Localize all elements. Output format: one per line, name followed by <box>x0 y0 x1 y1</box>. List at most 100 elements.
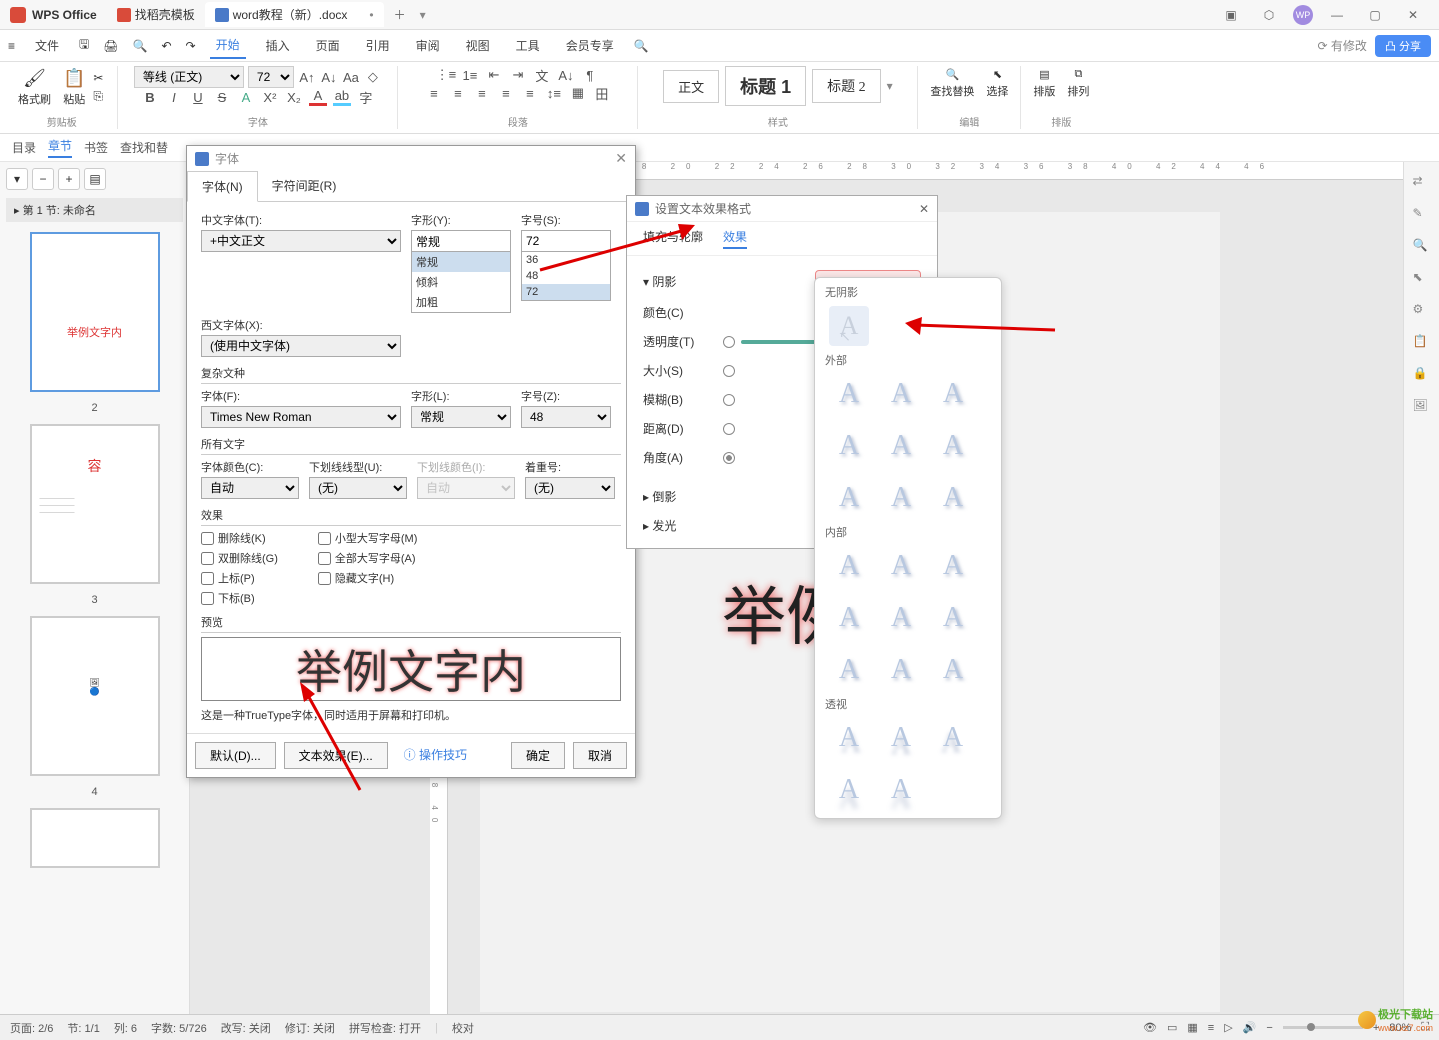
tab-spacing[interactable]: 字符间距(R) <box>258 171 351 201</box>
status-spell[interactable]: 拼写检查: 打开 <box>349 1020 421 1036</box>
glow-toggle[interactable]: ▸ 发光 <box>643 517 676 534</box>
font-dialog-close-icon[interactable]: ✕ <box>615 150 627 167</box>
clear-format-icon[interactable]: ◇ <box>364 68 382 86</box>
align-center-icon[interactable]: ≡ <box>449 84 467 102</box>
increase-font-icon[interactable]: A↑ <box>298 68 316 86</box>
font-size-input[interactable] <box>521 230 611 252</box>
style-h1[interactable]: 标题 1 <box>725 66 806 106</box>
rp-clipboard-icon[interactable]: 📋 <box>1413 334 1431 352</box>
status-grid-icon[interactable]: ▦ <box>1187 1021 1197 1034</box>
menu-file[interactable]: 文件 <box>29 33 65 58</box>
strike-icon[interactable]: S <box>213 88 231 106</box>
layout-icon[interactable]: ▣ <box>1217 3 1245 27</box>
menu-view[interactable]: 视图 <box>460 33 496 58</box>
shadow-inner-1[interactable]: A <box>829 546 869 586</box>
subscript-icon[interactable]: X₂ <box>285 88 303 106</box>
menu-vip[interactable]: 会员专享 <box>560 33 620 58</box>
shadow-inner-9[interactable]: A <box>933 650 973 690</box>
phonetic-icon[interactable]: 字 <box>357 88 375 106</box>
chk-allcaps[interactable]: 全部大写字母(A) <box>318 550 418 566</box>
shadow-persp-2[interactable]: A <box>881 718 921 758</box>
effect-panel-close-icon[interactable]: ✕ <box>919 202 929 216</box>
align-right-icon[interactable]: ≡ <box>473 84 491 102</box>
status-chars[interactable]: 字数: 5/726 <box>151 1020 207 1036</box>
distance-radio[interactable] <box>723 423 735 435</box>
highlight-icon[interactable]: ab <box>333 88 351 106</box>
menu-review[interactable]: 审阅 <box>410 33 446 58</box>
page-thumb-3[interactable]: 容————————————————————— <box>30 424 160 584</box>
font-style-input[interactable] <box>411 230 511 252</box>
transparency-radio[interactable] <box>723 336 735 348</box>
c-size-select[interactable]: 48 <box>521 406 611 428</box>
tab-font[interactable]: 字体(N) <box>187 171 258 202</box>
default-button[interactable]: 默认(D)... <box>195 742 276 769</box>
cut-icon[interactable]: ✂ <box>93 71 109 87</box>
menu-tools[interactable]: 工具 <box>510 33 546 58</box>
nav-toc[interactable]: 目录 <box>12 139 36 156</box>
undo-icon[interactable]: ↶ <box>161 39 171 53</box>
shading-icon[interactable]: ▦ <box>569 84 587 102</box>
chk-strike[interactable]: 删除线(K) <box>201 530 278 546</box>
emphasis-select[interactable]: (无) <box>525 477 615 499</box>
number-list-icon[interactable]: 1≡ <box>461 66 479 84</box>
sidebar-add-button[interactable]: + <box>58 168 80 190</box>
maximize-button[interactable]: ▢ <box>1361 3 1389 27</box>
outdent-icon[interactable]: ⇤ <box>485 66 503 84</box>
bold-icon[interactable]: B <box>141 88 159 106</box>
style-more-icon[interactable]: ▾ <box>887 79 893 93</box>
rp-image-icon[interactable]: 🖼 <box>1413 398 1431 416</box>
shadow-outer-3[interactable]: A <box>933 374 973 414</box>
change-case-icon[interactable]: Aa <box>342 68 360 86</box>
chk-smallcaps[interactable]: 小型大写字母(M) <box>318 530 418 546</box>
section-header[interactable]: ▸ 第 1 节: 未命名 <box>6 198 183 222</box>
cancel-button[interactable]: 取消 <box>573 742 627 769</box>
layout-button[interactable]: ▤排版 <box>1029 66 1059 101</box>
font-size-select[interactable]: 72 <box>248 66 294 88</box>
sidebar-more-button[interactable]: ▤ <box>84 168 106 190</box>
hamburger-icon[interactable]: ≡ <box>8 39 15 53</box>
select-button[interactable]: ⬉选择 <box>982 66 1012 101</box>
tab-effect[interactable]: 效果 <box>723 228 747 249</box>
shadow-inner-6[interactable]: A <box>933 598 973 638</box>
shadow-persp-1[interactable]: A <box>829 718 869 758</box>
search-icon[interactable]: 🔍 <box>634 39 649 53</box>
text-effect-icon[interactable]: A <box>237 88 255 106</box>
shadow-outer-1[interactable]: A <box>829 374 869 414</box>
bullet-list-icon[interactable]: ⋮≡ <box>437 66 455 84</box>
shadow-none[interactable]: A↖ <box>829 306 869 346</box>
find-replace-button[interactable]: 🔍查找替换 <box>926 66 978 101</box>
rp-select-icon[interactable]: ⬉ <box>1413 270 1431 288</box>
font-color-icon[interactable]: A <box>309 88 327 106</box>
font-style-list[interactable]: 常规倾斜加粗 <box>411 252 511 313</box>
preview-icon[interactable]: 🔍 <box>133 39 148 53</box>
status-proof[interactable]: 校对 <box>452 1020 474 1036</box>
font-size-list[interactable]: 364872 <box>521 252 611 301</box>
cn-layout-icon[interactable]: 文 <box>533 66 551 84</box>
tips-link[interactable]: ⓘ 操作技巧 <box>396 742 475 769</box>
shadow-toggle[interactable]: ▾ 阴影 <box>643 273 676 290</box>
shadow-inner-4[interactable]: A <box>829 598 869 638</box>
shadow-inner-2[interactable]: A <box>881 546 921 586</box>
decrease-font-icon[interactable]: A↓ <box>320 68 338 86</box>
share-button[interactable]: 凸 分享 <box>1375 35 1431 57</box>
shadow-persp-3[interactable]: A <box>933 718 973 758</box>
blur-radio[interactable] <box>723 394 735 406</box>
reflection-toggle[interactable]: ▸ 倒影 <box>643 488 676 505</box>
shadow-outer-2[interactable]: A <box>881 374 921 414</box>
minimize-button[interactable]: — <box>1323 3 1351 27</box>
close-button[interactable]: ✕ <box>1399 3 1427 27</box>
menu-insert[interactable]: 插入 <box>260 33 296 58</box>
shadow-inner-5[interactable]: A <box>881 598 921 638</box>
shadow-persp-4[interactable]: A <box>829 770 869 810</box>
rp-lock-icon[interactable]: 🔒 <box>1413 366 1431 384</box>
chk-hidden[interactable]: 隐藏文字(H) <box>318 570 418 586</box>
c-style-select[interactable]: 常规 <box>411 406 511 428</box>
indent-icon[interactable]: ⇥ <box>509 66 527 84</box>
text-effect-button[interactable]: 文本效果(E)... <box>284 742 388 769</box>
rp-search-icon[interactable]: 🔍 <box>1413 238 1431 256</box>
shadow-outer-6[interactable]: A <box>933 426 973 466</box>
superscript-icon[interactable]: X² <box>261 88 279 106</box>
status-page[interactable]: 页面: 2/6 <box>10 1020 53 1036</box>
font-name-select[interactable]: 等线 (正文) <box>134 66 244 88</box>
chk-super[interactable]: 上标(P) <box>201 570 278 586</box>
